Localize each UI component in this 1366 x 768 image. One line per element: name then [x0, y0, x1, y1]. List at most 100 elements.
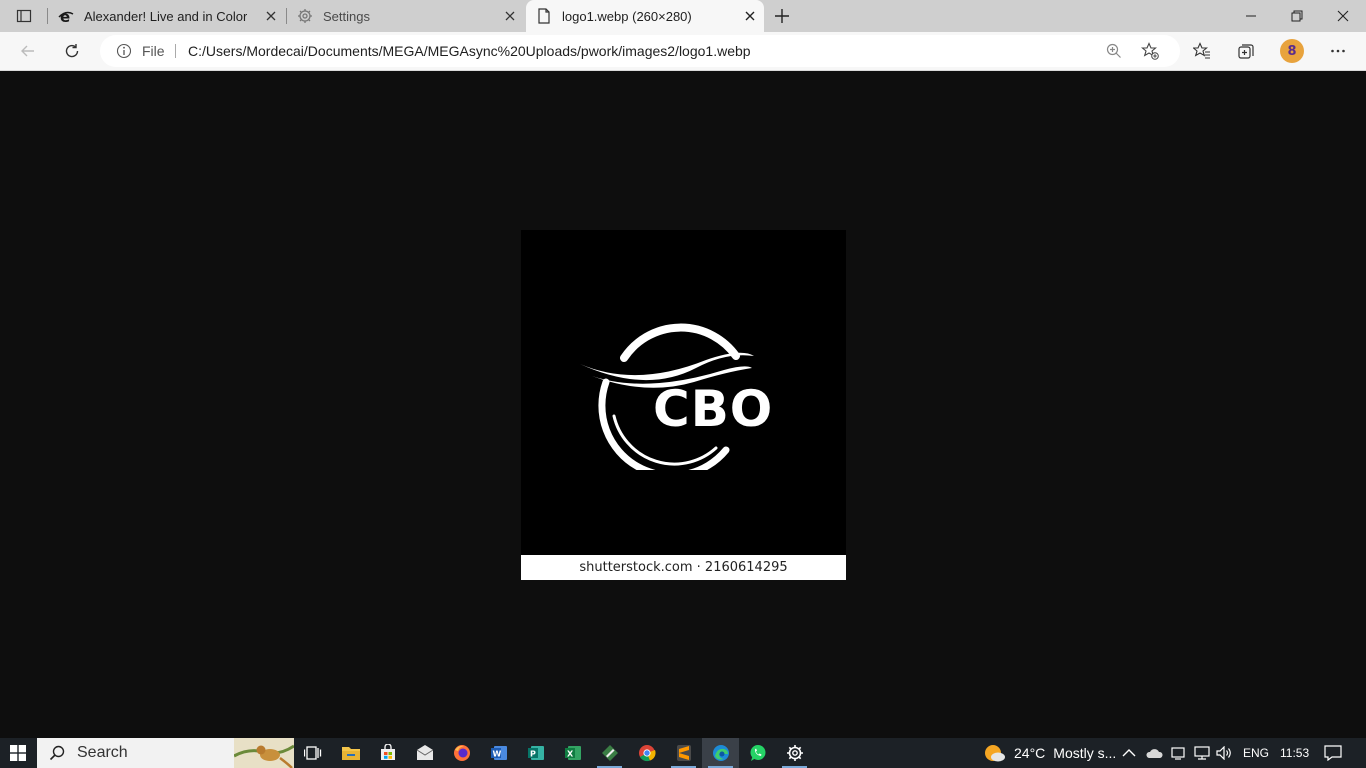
gear-icon — [297, 8, 313, 24]
tab-settings[interactable]: Settings — [287, 0, 524, 32]
task-view-button[interactable] — [294, 738, 331, 768]
weather-widget[interactable]: 24°C Mostly s... — [984, 738, 1116, 768]
collections-icon — [1238, 44, 1254, 59]
cloud-icon — [1146, 749, 1163, 758]
restore-button[interactable] — [1274, 0, 1320, 32]
refresh-button[interactable] — [58, 37, 86, 65]
scheme-label: File — [142, 43, 165, 59]
favorites-icon — [1193, 42, 1210, 59]
tab-title: Settings — [323, 8, 370, 24]
windows-taskbar: Search W P X 24°C Mostly s... ENG 11:53 — [0, 738, 1366, 768]
excel-app[interactable]: X — [554, 738, 591, 768]
url-text[interactable]: C:/Users/Mordecai/Documents/MEGA/MEGAsyn… — [188, 43, 751, 59]
close-icon — [505, 11, 515, 21]
store-bag-icon — [380, 744, 395, 760]
sublime-icon — [676, 745, 691, 761]
add-favorite-button[interactable] — [1140, 41, 1160, 61]
excel-icon: X — [564, 746, 581, 760]
more-menu-button[interactable] — [1324, 37, 1352, 65]
zoom-icon — [1106, 43, 1121, 58]
zoom-button[interactable] — [1104, 41, 1124, 61]
notification-icon — [1324, 745, 1342, 761]
publisher-app[interactable]: P — [517, 738, 554, 768]
tab-actions-button[interactable] — [8, 4, 40, 28]
partly-sunny-icon — [985, 745, 1005, 762]
search-label: Search — [77, 744, 128, 761]
page-icon — [536, 8, 552, 24]
folder-icon — [341, 747, 360, 760]
chrome-icon — [638, 745, 656, 762]
star-add-icon — [1141, 42, 1159, 60]
windows-logo-icon — [10, 745, 26, 761]
browser-toolbar: File C:/Users/Mordecai/Documents/MEGA/ME… — [0, 32, 1366, 71]
close-window-button[interactable] — [1320, 0, 1366, 32]
task-view-icon — [303, 746, 321, 760]
edit-tool-app[interactable] — [591, 738, 628, 768]
tab-close-button[interactable] — [263, 8, 279, 24]
svg-text:W: W — [492, 750, 501, 759]
pencil-app-icon — [601, 745, 618, 761]
word-icon: W — [490, 746, 507, 760]
tab-title: Alexander! Live and in Color — [84, 8, 248, 24]
tab-actions-icon — [16, 9, 32, 23]
edge-icon — [712, 745, 729, 761]
tab-logo1[interactable]: logo1.webp (260×280) — [526, 0, 764, 32]
whatsapp-app[interactable] — [739, 738, 776, 768]
firefox-icon — [453, 745, 470, 761]
minimize-icon — [1246, 15, 1256, 17]
firefox-app[interactable] — [443, 738, 480, 768]
gear-icon — [786, 745, 803, 761]
svg-text:e: e — [60, 8, 70, 24]
collections-button[interactable] — [1232, 37, 1260, 65]
volume-tray[interactable] — [1216, 738, 1232, 768]
store-app[interactable] — [369, 738, 406, 768]
plus-icon — [775, 9, 789, 23]
onedrive-tray[interactable] — [1145, 738, 1163, 768]
start-button[interactable] — [0, 738, 36, 768]
search-highlight-image — [234, 738, 294, 768]
svg-text:X: X — [567, 750, 574, 759]
mail-icon — [416, 745, 433, 760]
image-watermark: shutterstock.com · 2160614295 — [521, 555, 846, 580]
displayed-image[interactable]: CBO shutterstock.com · 2160614295 — [521, 230, 846, 580]
publisher-icon: P — [527, 746, 544, 760]
back-arrow-icon — [21, 45, 34, 57]
clock[interactable]: 11:53 — [1280, 738, 1309, 768]
new-tab-button[interactable] — [770, 4, 794, 28]
tab-close-button[interactable] — [742, 8, 758, 24]
network-icon — [1194, 746, 1210, 760]
network-tray[interactable] — [1194, 738, 1210, 768]
speaker-icon — [1216, 746, 1231, 760]
mail-app[interactable] — [406, 738, 443, 768]
language-indicator[interactable]: ENG — [1243, 738, 1269, 768]
show-hidden-icons-button[interactable] — [1122, 738, 1136, 768]
weather-temp: 24°C — [1014, 745, 1046, 761]
chevron-up-icon — [1122, 749, 1136, 757]
close-icon — [745, 11, 755, 21]
info-icon[interactable] — [116, 43, 132, 59]
address-separator — [175, 44, 176, 58]
edge-app[interactable] — [702, 738, 739, 768]
favorites-button[interactable] — [1188, 37, 1216, 65]
tab-close-button[interactable] — [502, 8, 518, 24]
sublime-app[interactable] — [665, 738, 702, 768]
tab-alexander[interactable]: e Alexander! Live and in Color — [48, 0, 285, 32]
tablet-icon — [1171, 747, 1185, 760]
profile-avatar[interactable]: 8 — [1280, 39, 1304, 63]
taskbar-search-box[interactable]: Search — [37, 738, 294, 768]
minimize-button[interactable] — [1228, 0, 1274, 32]
svg-text:P: P — [530, 750, 536, 759]
more-dots-icon — [1331, 49, 1345, 53]
action-center-button[interactable] — [1324, 738, 1342, 768]
profile-badge: 8 — [1287, 43, 1297, 59]
tab-strip: e Alexander! Live and in Color Settings — [0, 0, 1366, 32]
chrome-app[interactable] — [628, 738, 665, 768]
weather-condition: Mostly s... — [1053, 745, 1117, 761]
refresh-icon — [65, 44, 79, 58]
settings-app[interactable] — [776, 738, 813, 768]
address-bar[interactable]: File C:/Users/Mordecai/Documents/MEGA/ME… — [100, 35, 1180, 67]
back-button[interactable] — [14, 37, 42, 65]
file-explorer-app[interactable] — [332, 738, 369, 768]
device-tray[interactable] — [1170, 738, 1186, 768]
word-app[interactable]: W — [480, 738, 517, 768]
